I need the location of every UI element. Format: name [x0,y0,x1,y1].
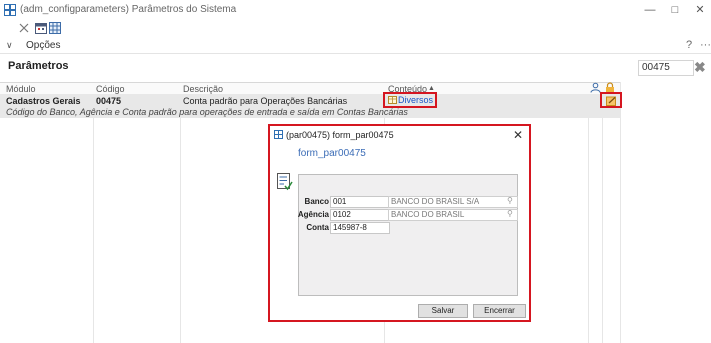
column-header-module[interactable]: Módulo [6,84,36,94]
table-row[interactable]: Cadastros Gerais 00475 Conta padrão para… [0,94,620,118]
parameter-dialog: (par00475) form_par00475 ✕ form_par00475… [268,124,531,322]
banco-input[interactable]: 001 [330,196,390,208]
content-link[interactable]: Diversos [398,95,433,105]
save-button[interactable]: Salvar [418,304,468,318]
banco-description: BANCO DO BRASIL S/A [388,196,518,208]
conta-input[interactable]: 145987-8 [330,222,390,234]
column-header-code[interactable]: Código [96,84,125,94]
checklist-icon [277,173,293,191]
sort-ascending-icon[interactable]: ▲ [428,85,435,92]
cell-module: Cadastros Gerais [6,96,81,106]
cell-long-description: Código do Banco, Agência e Conta padrão … [6,107,408,117]
form-panel: Banco 001 BANCO DO BRASIL S/A ⚲ Agência … [298,174,518,296]
close-icon[interactable]: ✕ [513,128,523,142]
minimize-icon[interactable]: — [642,3,658,17]
content-highlight[interactable]: Diversos [383,92,437,108]
edit-highlight[interactable] [600,92,622,108]
help-icon[interactable]: ? [686,39,692,51]
column-divider [93,82,94,343]
pin-icon[interactable] [18,22,30,34]
close-button[interactable]: Encerrar [473,304,526,318]
more-icon[interactable]: ··· [700,39,711,51]
dialog-title: (par00475) form_par00475 [286,130,394,140]
agencia-description: BANCO DO BRASIL [388,209,518,221]
close-icon[interactable]: ✕ [692,3,708,17]
title-bar: (adm_configparameters) Parâmetros do Sis… [0,0,711,20]
search-input[interactable]: 00475 [638,60,694,76]
chevron-down-icon[interactable]: ∨ [6,40,13,51]
field-label-conta: Conta [306,223,329,232]
maximize-icon[interactable]: □ [667,3,683,17]
divider [0,53,711,54]
clear-search-icon[interactable]: ✖ [694,59,706,76]
column-divider [602,82,603,343]
options-menu[interactable]: Opções [26,40,60,51]
edit-icon[interactable] [606,96,617,106]
column-divider [620,82,621,343]
field-label-agencia: Agência [297,210,329,219]
app-icon [4,4,16,16]
window-title: (adm_configparameters) Parâmetros do Sis… [20,4,237,15]
search-icon[interactable]: ⚲ [507,196,513,205]
form-title: form_par00475 [298,148,366,159]
app-icon [274,130,283,139]
column-divider [180,82,181,343]
cell-code: 00475 [96,96,122,106]
search-icon[interactable]: ⚲ [507,209,513,218]
field-label-banco: Banco [304,197,329,206]
column-header-description[interactable]: Descrição [183,84,223,94]
agencia-input[interactable]: 0102 [330,209,390,221]
column-divider [588,82,589,343]
grid-icon[interactable] [49,22,61,34]
page-title: Parâmetros [8,60,69,72]
table-icon [388,96,397,104]
cell-description: Conta padrão para Operações Bancárias [183,96,348,106]
calendar-icon[interactable] [35,22,47,34]
